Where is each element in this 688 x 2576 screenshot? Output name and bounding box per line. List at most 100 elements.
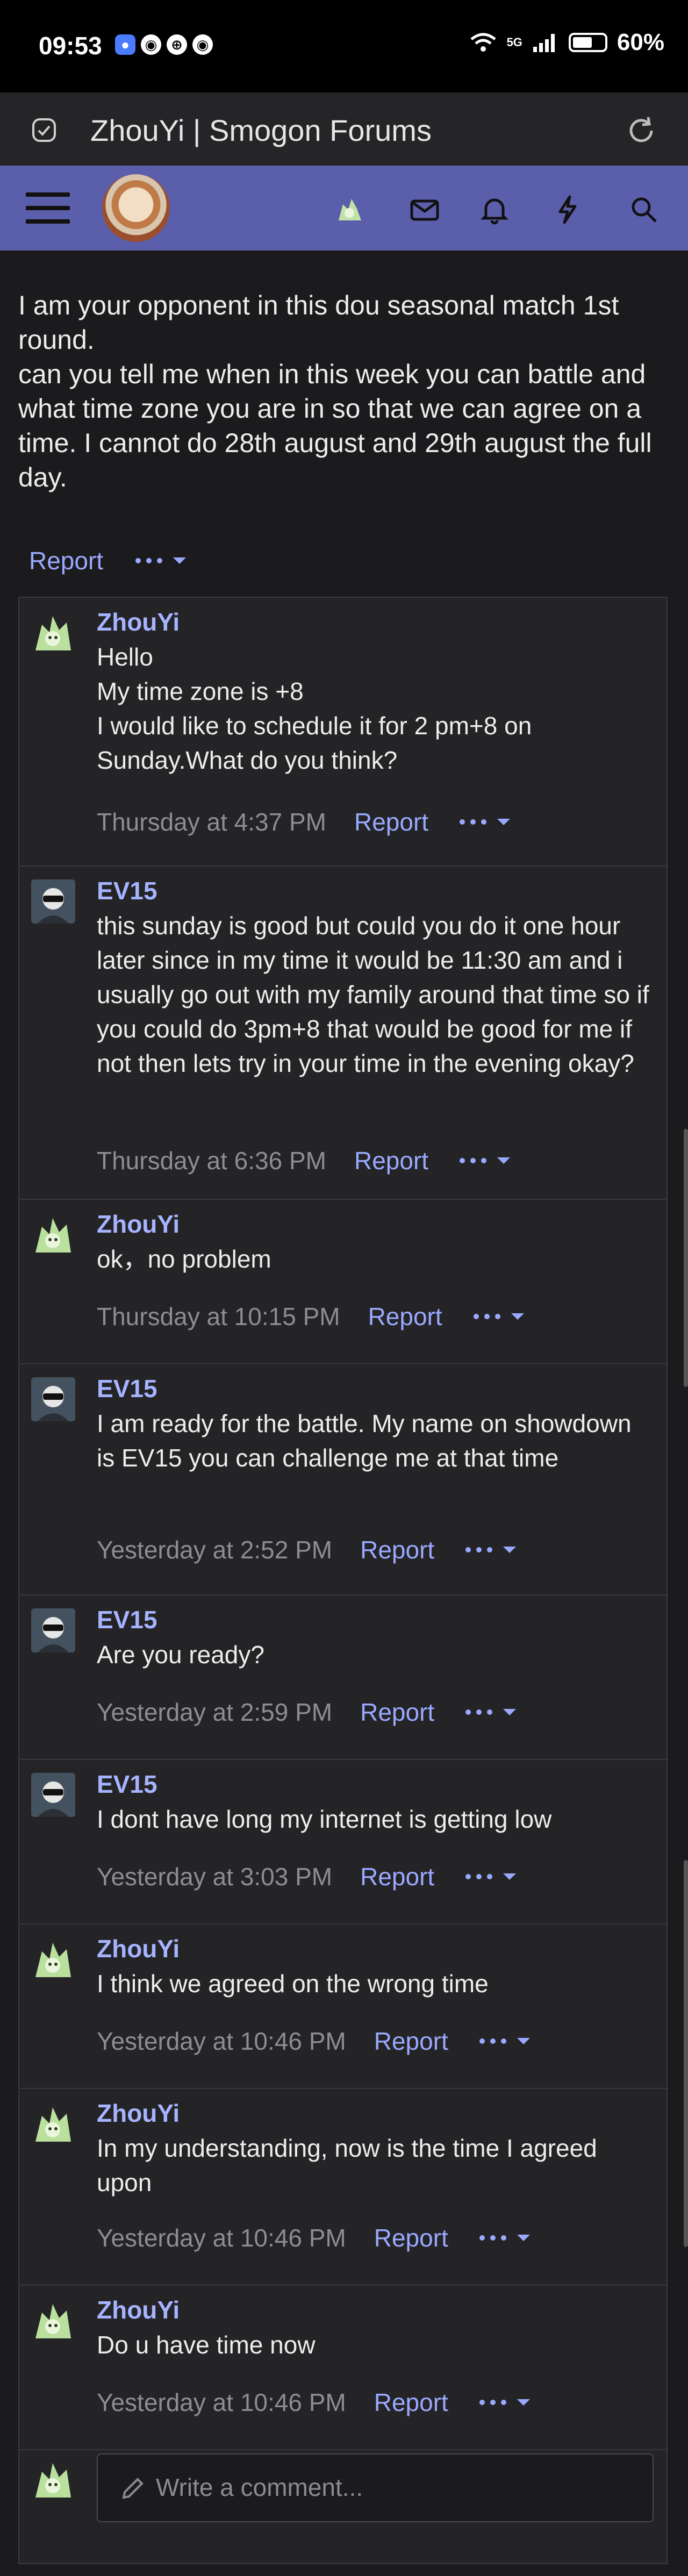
comment-text: Hello My time zone is +8 I would like to… bbox=[97, 643, 532, 774]
status-time: 09:53 bbox=[39, 32, 102, 60]
comment-timestamp[interactable]: Yesterday at 2:52 PM bbox=[97, 1535, 332, 1564]
app-icon: ◉ bbox=[141, 34, 161, 55]
search-icon[interactable] bbox=[628, 194, 660, 226]
avatar[interactable] bbox=[31, 1608, 75, 1652]
more-options-icon[interactable] bbox=[460, 819, 511, 825]
comment-author[interactable]: ZhouYi bbox=[97, 2099, 180, 2128]
more-options-icon[interactable] bbox=[465, 1547, 517, 1553]
bell-icon[interactable] bbox=[478, 194, 511, 226]
report-link[interactable]: Report bbox=[368, 1302, 442, 1331]
comment-author[interactable]: ZhouYi bbox=[97, 607, 180, 636]
comment-timestamp[interactable]: Thursday at 6:36 PM bbox=[97, 1146, 326, 1175]
comment-meta: Thursday at 6:36 PM Report bbox=[97, 1146, 511, 1175]
comment-item: EV15 this sunday is good but could you do… bbox=[19, 867, 666, 1200]
comment-timestamp[interactable]: Yesterday at 10:46 PM bbox=[97, 2388, 346, 2417]
report-link[interactable]: Report bbox=[354, 807, 428, 836]
pencil-icon bbox=[122, 2478, 144, 2499]
comment-meta: Thursday at 4:37 PM Report bbox=[97, 807, 511, 836]
comment-meta: Yesterday at 10:46 PM Report bbox=[97, 2223, 530, 2252]
comment-author[interactable]: ZhouYi bbox=[97, 1210, 180, 1239]
comment-text: ok，no problem bbox=[97, 1245, 271, 1273]
forum-header bbox=[0, 166, 688, 251]
comment-author[interactable]: EV15 bbox=[97, 1374, 157, 1403]
lightning-icon[interactable] bbox=[551, 194, 584, 226]
more-options-icon[interactable] bbox=[479, 2399, 530, 2406]
more-options-icon[interactable] bbox=[465, 1709, 517, 1715]
site-logo[interactable] bbox=[102, 174, 170, 242]
comment-timestamp[interactable]: Yesterday at 10:46 PM bbox=[97, 2223, 346, 2252]
avatar[interactable] bbox=[31, 1937, 75, 1981]
avatar[interactable] bbox=[31, 879, 75, 924]
messenger-icon: ● bbox=[115, 34, 135, 55]
comment-text: I think we agreed on the wrong time bbox=[97, 1970, 489, 1998]
avatar bbox=[31, 2458, 75, 2502]
more-options-icon[interactable] bbox=[479, 2038, 530, 2044]
avatar[interactable] bbox=[31, 1377, 75, 1421]
comment-author[interactable]: EV15 bbox=[97, 1770, 157, 1799]
comment-text: In my understanding, now is the time I a… bbox=[97, 2134, 597, 2196]
report-link[interactable]: Report bbox=[374, 2027, 448, 2056]
comment-author[interactable]: EV15 bbox=[97, 1605, 157, 1634]
comment-item: EV15 Are you ready? Yesterday at 2:59 PM Re… bbox=[19, 1595, 666, 1760]
comment-meta: Yesterday at 2:52 PM Report bbox=[97, 1535, 517, 1564]
avatar[interactable] bbox=[31, 611, 75, 655]
battery-icon bbox=[568, 33, 607, 52]
report-link[interactable]: Report bbox=[360, 1862, 434, 1891]
more-options-icon[interactable] bbox=[479, 2235, 530, 2241]
comment-item: EV15 I am ready for the battle. My name o… bbox=[19, 1364, 666, 1595]
comment-text: Do u have time now bbox=[97, 2331, 316, 2359]
comment-timestamp[interactable]: Yesterday at 2:59 PM bbox=[97, 1698, 332, 1727]
mail-icon[interactable] bbox=[408, 194, 441, 226]
comment-author[interactable]: ZhouYi bbox=[97, 2295, 180, 2324]
comment-meta: Yesterday at 10:46 PM Report bbox=[97, 2388, 530, 2417]
more-options-icon[interactable] bbox=[465, 1873, 517, 1880]
comment-list: ZhouYi Hello My time zone is +8 I would l… bbox=[18, 597, 668, 2564]
comment-placeholder: Write a comment... bbox=[156, 2473, 363, 2501]
post-actions: Report bbox=[29, 546, 187, 575]
comment-timestamp[interactable]: Yesterday at 10:46 PM bbox=[97, 2027, 346, 2056]
report-link[interactable]: Report bbox=[374, 2388, 448, 2417]
globe-icon: ⊕ bbox=[167, 34, 187, 55]
report-link[interactable]: Report bbox=[360, 1698, 434, 1727]
write-comment-row: Write a comment... bbox=[19, 2442, 666, 2528]
avatar[interactable] bbox=[31, 2102, 75, 2146]
report-link[interactable]: Report bbox=[374, 2223, 448, 2252]
network-label: 5G bbox=[506, 35, 522, 49]
comment-timestamp[interactable]: Thursday at 10:15 PM bbox=[97, 1302, 340, 1331]
comment-timestamp[interactable]: Thursday at 4:37 PM bbox=[97, 807, 326, 836]
comment-text: I am ready for the battle. My name on sh… bbox=[97, 1409, 632, 1472]
notification-icons: ● ◉ ⊕ ◉ bbox=[115, 34, 213, 55]
original-post: I am your opponent in this dou seasonal … bbox=[18, 288, 669, 495]
browser-toolbar: ZhouYi | Smogon Forums bbox=[0, 92, 688, 166]
comment-item: ZhouYi ok，no problem Thursday at 10:15 PM R… bbox=[19, 1200, 666, 1364]
app-icon: ◉ bbox=[192, 34, 213, 55]
comment-meta: Thursday at 10:15 PM Report bbox=[97, 1302, 524, 1331]
avatar[interactable] bbox=[31, 1213, 75, 1257]
comment-timestamp[interactable]: Yesterday at 3:03 PM bbox=[97, 1862, 332, 1891]
comment-text: I dont have long my internet is getting … bbox=[97, 1805, 552, 1833]
reload-icon[interactable] bbox=[625, 114, 658, 147]
comment-author[interactable]: ZhouYi bbox=[97, 1934, 180, 1963]
scrollbar[interactable] bbox=[684, 1860, 688, 2247]
avatar[interactable] bbox=[31, 1773, 75, 1817]
avatar[interactable] bbox=[31, 2299, 75, 2343]
page-title[interactable]: ZhouYi | Smogon Forums bbox=[90, 113, 432, 148]
comment-input[interactable]: Write a comment... bbox=[97, 2453, 654, 2522]
shield-icon[interactable] bbox=[30, 116, 58, 144]
report-link[interactable]: Report bbox=[360, 1535, 434, 1564]
comment-meta: Yesterday at 2:59 PM Report bbox=[97, 1698, 517, 1727]
comment-text: Are you ready? bbox=[97, 1641, 264, 1669]
comment-item: EV15 I dont have long my internet is gett… bbox=[19, 1760, 666, 1924]
comment-author[interactable]: EV15 bbox=[97, 876, 157, 905]
comment-meta: Yesterday at 3:03 PM Report bbox=[97, 1862, 517, 1891]
status-right: 5G 60% bbox=[469, 29, 664, 56]
menu-icon[interactable] bbox=[26, 192, 70, 225]
report-link[interactable]: Report bbox=[354, 1146, 428, 1175]
more-options-icon[interactable] bbox=[473, 1313, 524, 1320]
more-options-icon[interactable] bbox=[135, 557, 187, 564]
comment-item: ZhouYi Hello My time zone is +8 I would l… bbox=[19, 598, 666, 867]
more-options-icon[interactable] bbox=[460, 1157, 511, 1164]
report-link[interactable]: Report bbox=[29, 546, 103, 575]
scrollbar[interactable] bbox=[684, 1129, 688, 1387]
user-avatar-icon[interactable] bbox=[333, 194, 366, 226]
